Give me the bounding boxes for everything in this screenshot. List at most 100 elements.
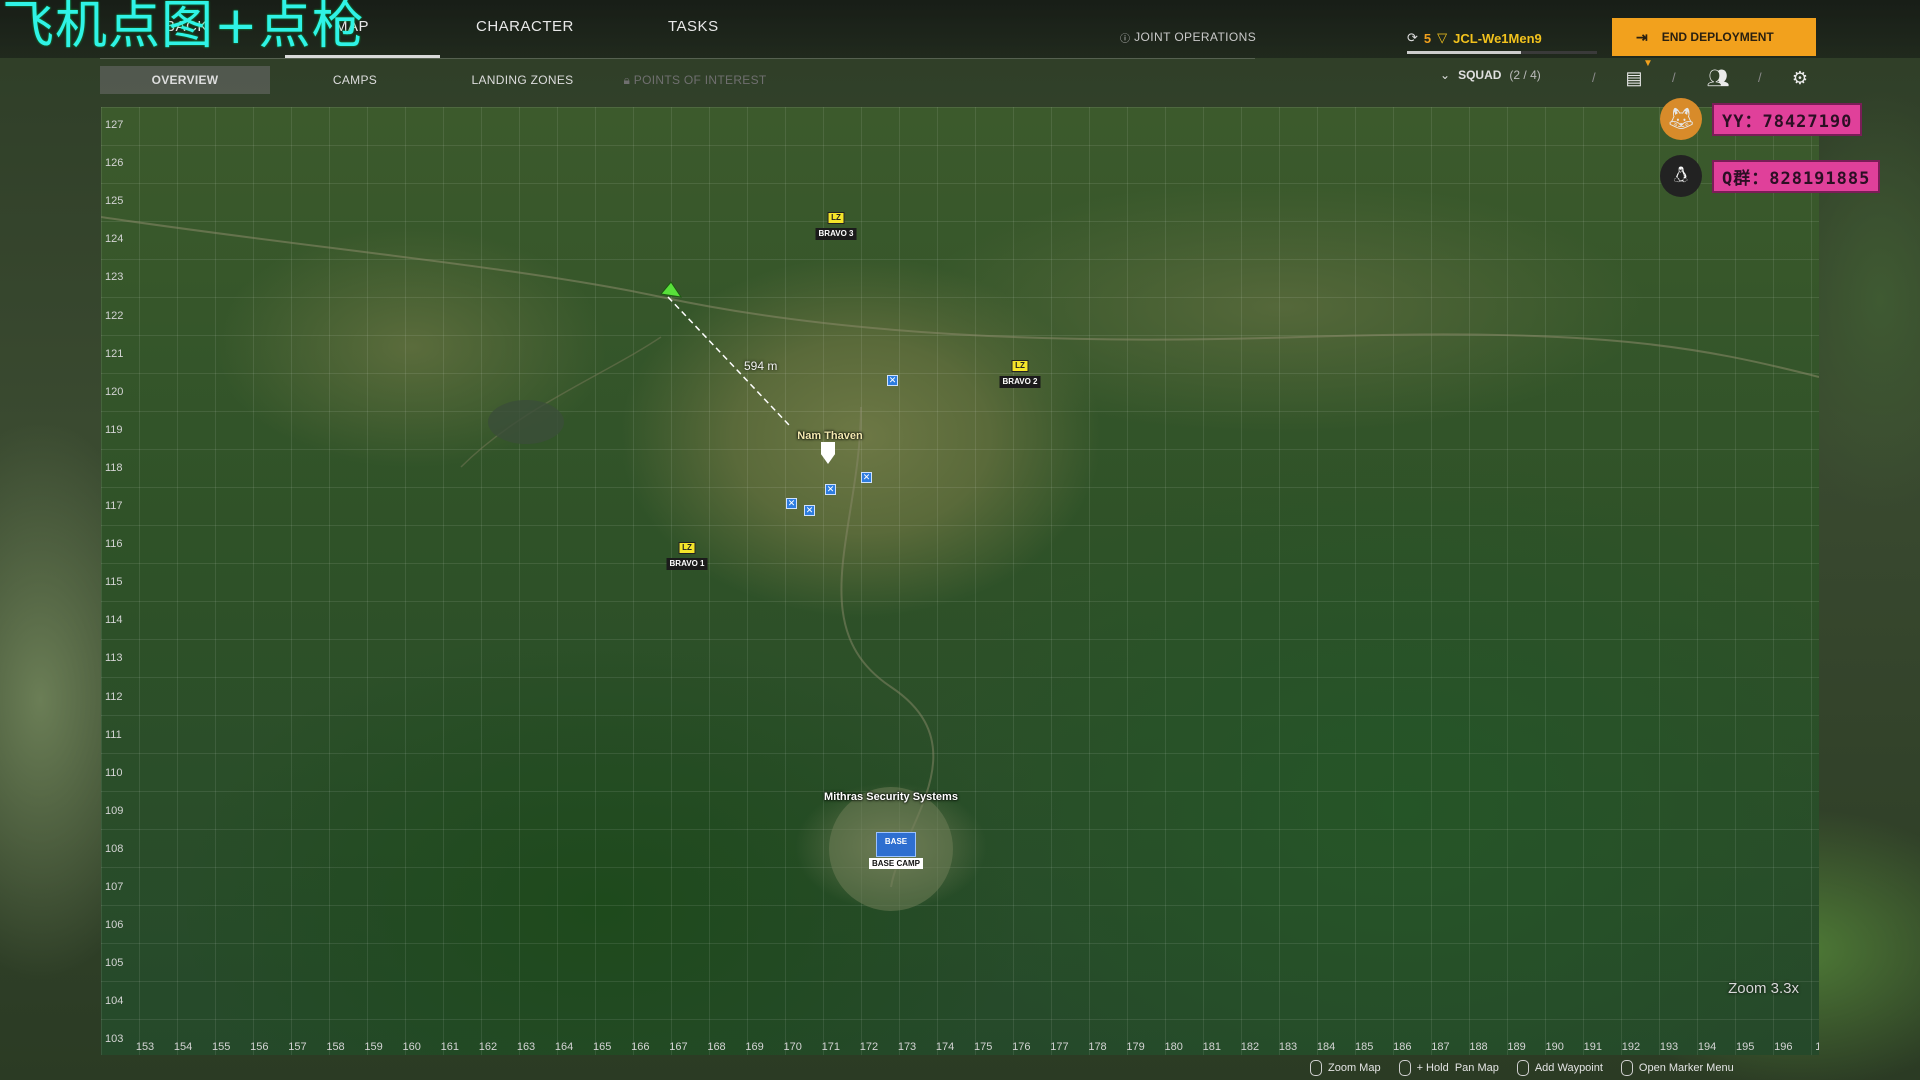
y-axis-label: 114: [105, 614, 123, 627]
stream-watermark: 飞机点图+点枪: [2, 0, 365, 56]
x-axis-label: 170: [783, 1041, 802, 1053]
x-axis-label: 161: [440, 1041, 459, 1053]
x-axis-label: 168: [707, 1041, 726, 1053]
hint-open-marker-menu-label: Open Marker Menu: [1638, 1061, 1734, 1074]
hint-hold-label: + Hold: [1416, 1061, 1449, 1074]
y-axis-label: 104: [105, 995, 124, 1008]
town-label-nam-thaven: Nam Thaven: [797, 430, 863, 442]
lz-name: BRAVO 1: [666, 558, 708, 570]
mouse-left-icon: [1398, 1060, 1411, 1076]
end-deployment-button[interactable]: ⇥ END DEPLOYMENT: [1612, 18, 1816, 56]
lz-marker-bravo-2[interactable]: LZ BRAVO 2: [999, 360, 1041, 388]
y-axis-label: 117: [105, 500, 123, 512]
x-axis-label: 165: [593, 1041, 612, 1053]
waypoint-distance: 594 m: [744, 359, 778, 373]
subtab-points-of-interest-label: POINTS OF INTEREST: [633, 73, 767, 87]
x-axis-label: 192: [1621, 1041, 1641, 1053]
x-axis-label: 193: [1659, 1041, 1679, 1053]
subtab-camps-label: CAMPS: [332, 73, 378, 87]
qq-contact: 🐧︎ Q群：828191885: [1660, 155, 1881, 197]
player-profile[interactable]: ⟳ 5 ▽ JCL-We1Men9: [1407, 22, 1597, 54]
objective-marker[interactable]: ✕: [825, 484, 836, 495]
base-camp-marker[interactable]: BASE BASE CAMP: [869, 832, 924, 869]
y-axis-label: 118: [105, 461, 123, 474]
mouse-middle-icon: [1620, 1060, 1633, 1076]
xp-progress-fill: [1407, 51, 1521, 54]
squad-count: (2 / 4): [1509, 68, 1541, 82]
subtab-camps[interactable]: CAMPS: [310, 66, 400, 94]
tab-tasks[interactable]: TASKS: [668, 18, 719, 58]
base-tag: BASE: [875, 832, 917, 857]
x-axis-label: 185: [1355, 1041, 1374, 1053]
divider: /: [1672, 70, 1676, 85]
fox-mascot-icon: 🦊︎: [1660, 98, 1702, 140]
y-axis-label: 121: [105, 347, 124, 360]
yy-contact-label: YY：78427190: [1712, 102, 1863, 136]
subtab-landing-zones[interactable]: LANDING ZONES: [460, 66, 585, 94]
tab-tasks-label: TASKS: [668, 18, 719, 35]
x-axis-label: 173: [897, 1041, 917, 1053]
x-axis-label: 163: [516, 1041, 536, 1053]
zoom-level: Zoom 3.3x: [1728, 980, 1799, 997]
squad-members-icon[interactable]: 👥︎: [1706, 66, 1730, 90]
yy-contact: 🦊︎ YY：78427190: [1660, 98, 1863, 140]
x-axis-label: 160: [402, 1041, 421, 1053]
lz-tag: LZ: [678, 542, 696, 554]
player-name: JCL-We1Men9: [1453, 30, 1542, 46]
lz-marker-bravo-3[interactable]: LZ BRAVO 3: [815, 212, 857, 240]
x-axis-label: 156: [250, 1041, 269, 1053]
x-axis-label: 162: [478, 1041, 498, 1053]
x-axis-label: 177: [1050, 1041, 1069, 1053]
x-axis-label: 194: [1697, 1041, 1717, 1053]
joint-operations-link[interactable]: ⓘ JOINT OPERATIONS: [1120, 30, 1256, 45]
x-axis-label: 167: [669, 1041, 688, 1053]
lock-icon: 🔒︎: [623, 73, 631, 87]
lz-name: BRAVO 3: [815, 228, 857, 240]
tactical-map[interactable]: 594 m Nam Thaven ✕ ✕ ✕ ✕ ✕ LZ BRAVO 3 LZ…: [101, 107, 1819, 1055]
y-axis-label: 116: [105, 538, 123, 551]
hint-zoom-map-label: Zoom Map: [1328, 1061, 1381, 1074]
x-axis-label: 157: [288, 1041, 307, 1053]
hint-add-waypoint-label: Add Waypoint: [1534, 1061, 1603, 1074]
x-axis-label: 19: [1815, 1041, 1819, 1053]
chat-icon[interactable]: ▤: [1622, 66, 1646, 90]
objective-marker[interactable]: ✕: [804, 505, 815, 516]
y-axis-label: 113: [105, 652, 123, 665]
y-axis-label: 122: [105, 309, 124, 322]
x-axis-label: 175: [974, 1041, 993, 1053]
info-icon: ⓘ: [1120, 34, 1131, 45]
x-axis-label: 171: [821, 1041, 840, 1053]
y-axis-label: 126: [105, 157, 124, 170]
subtab-points-of-interest: 🔒︎ POINTS OF INTEREST: [615, 66, 775, 94]
y-axis-label: 109: [105, 804, 124, 817]
x-axis-label: 174: [935, 1041, 955, 1053]
settings-gear-icon[interactable]: ⚙: [1788, 66, 1812, 90]
joint-operations-label: JOINT OPERATIONS: [1134, 30, 1257, 44]
subtab-overview[interactable]: OVERVIEW: [100, 66, 270, 94]
x-axis-label: 196: [1774, 1041, 1793, 1053]
hint-add-waypoint: Add Waypoint: [1516, 1060, 1603, 1076]
tab-character[interactable]: CHARACTER: [476, 18, 574, 58]
divider: /: [1592, 70, 1596, 85]
x-axis-label: 158: [326, 1041, 345, 1053]
x-axis-label: 186: [1393, 1041, 1412, 1053]
lz-tag: LZ: [1011, 360, 1029, 372]
hint-open-marker-menu: Open Marker Menu: [1620, 1060, 1734, 1076]
x-axis-label: 154: [173, 1041, 193, 1053]
lz-marker-bravo-1[interactable]: LZ BRAVO 1: [666, 542, 708, 570]
objective-marker[interactable]: ✕: [861, 472, 872, 483]
subtab-landing-zones-label: LANDING ZONES: [471, 73, 574, 87]
x-axis-label: 195: [1736, 1041, 1755, 1053]
area-label-mithras: Mithras Security Systems: [824, 791, 958, 803]
y-axis-label: 108: [105, 842, 124, 855]
x-axis-label: 153: [135, 1041, 155, 1053]
x-axis-label: 180: [1164, 1041, 1183, 1053]
map-terrain-overlay: [101, 216, 1819, 911]
objective-marker[interactable]: ✕: [887, 375, 898, 386]
x-axis-label: 189: [1507, 1041, 1526, 1053]
lz-tag: LZ: [827, 212, 845, 224]
y-axis-label: 111: [105, 728, 122, 741]
x-axis-label: 164: [554, 1041, 574, 1053]
squad-dropdown[interactable]: ⌄ SQUAD (2 / 4): [1440, 68, 1541, 82]
objective-marker[interactable]: ✕: [786, 498, 797, 509]
